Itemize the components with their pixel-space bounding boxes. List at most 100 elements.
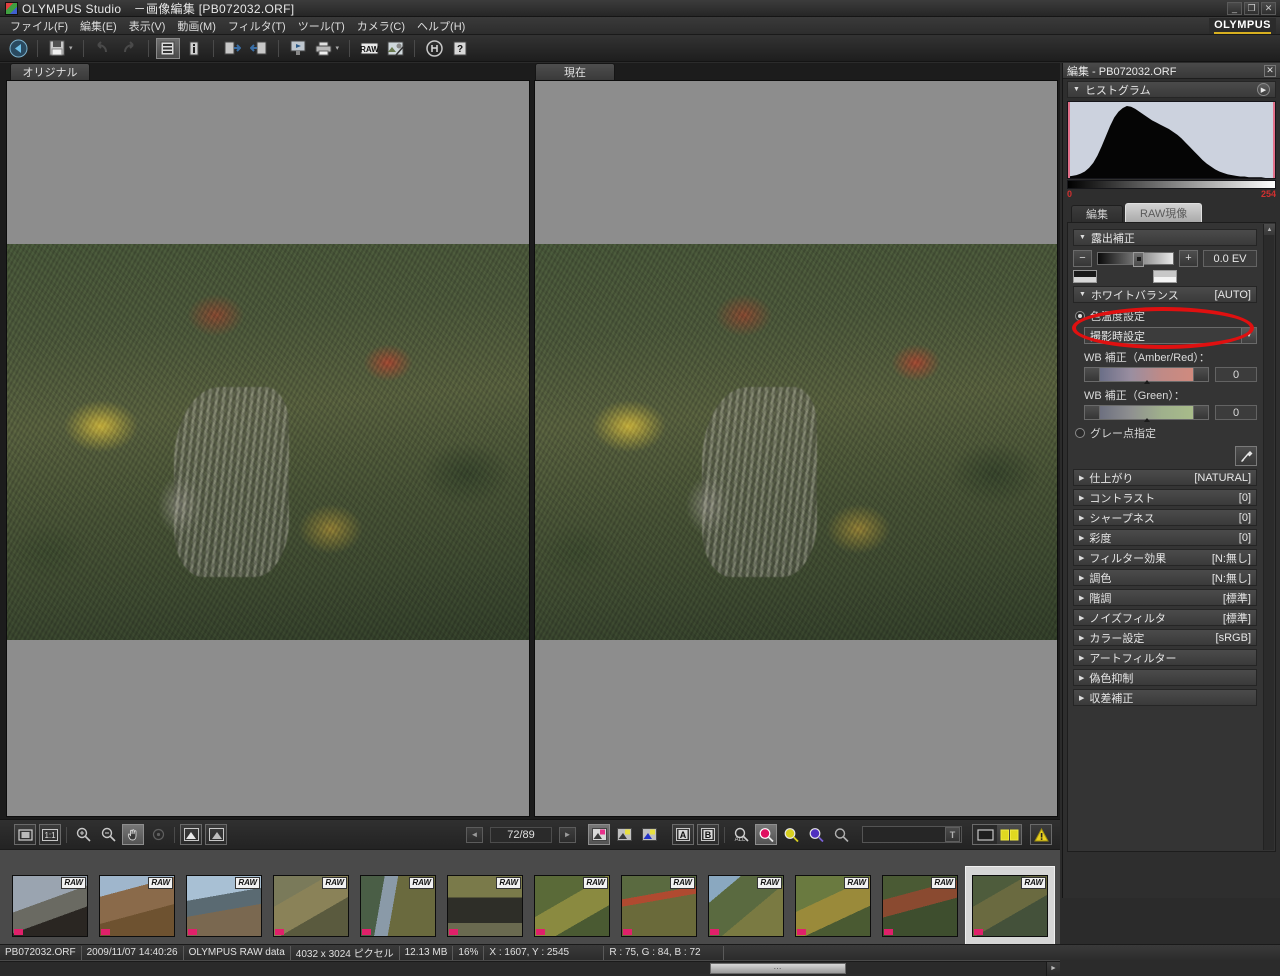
fit-window-icon[interactable] (14, 824, 36, 845)
tools-icon[interactable] (422, 38, 446, 59)
wb-preset-dropdown[interactable]: 撮影時設定 ▼ (1084, 327, 1257, 344)
exposure-value[interactable]: 0.0 EV (1203, 250, 1257, 267)
comment-input[interactable]: T (862, 826, 962, 843)
exposure-header[interactable]: ▼ 露出補正 (1073, 229, 1257, 246)
settings-scrollbar[interactable]: ▲ (1263, 224, 1275, 850)
list-item[interactable]: RAW (617, 869, 701, 943)
edit-image-icon[interactable] (383, 38, 407, 59)
page-counter[interactable]: 72/89 (490, 826, 552, 843)
color-space-header[interactable]: ▶ カラー設定 [sRGB] (1073, 629, 1257, 646)
info-icon[interactable] (182, 38, 206, 59)
export-right-icon[interactable] (221, 38, 245, 59)
print-icon[interactable] (312, 38, 336, 59)
blue-warning-icon[interactable] (638, 824, 660, 845)
finish-header[interactable]: ▶ 仕上がり [NATURAL] (1073, 469, 1257, 486)
wb-amber-red-value[interactable]: 0 (1215, 367, 1257, 382)
help-icon[interactable]: ? (448, 38, 472, 59)
color-temp-radio-row[interactable]: 色温度設定 (1075, 308, 1257, 324)
saturation-header[interactable]: ▶ 彩度 [0] (1073, 529, 1257, 546)
import-left-icon[interactable] (247, 38, 271, 59)
exposure-slider-handle[interactable] (1132, 252, 1144, 267)
list-item[interactable]: RAW (95, 869, 179, 943)
wb-green-slider[interactable] (1084, 405, 1209, 422)
compare-right-icon[interactable] (205, 824, 227, 845)
scroll-right-button[interactable]: ► (1046, 961, 1060, 976)
filter-effect-header[interactable]: ▶ フィルター効果 [N:無し] (1073, 549, 1257, 566)
gradation-header[interactable]: ▶ 階調 [標準] (1073, 589, 1257, 606)
prev-image-button[interactable]: ◄ (466, 826, 483, 843)
gray-point-radio-row[interactable]: グレー点指定 (1075, 425, 1257, 441)
play-icon[interactable]: ▶ (1257, 83, 1270, 96)
dual-view-button[interactable] (997, 825, 1021, 844)
wb-green-increase-icon[interactable] (1193, 406, 1208, 419)
shadow-warning-icon[interactable] (613, 824, 635, 845)
next-image-button[interactable]: ► (559, 826, 576, 843)
list-item[interactable]: RAW (443, 869, 527, 943)
channel-b-icon[interactable]: B (697, 824, 719, 845)
toning-header[interactable]: ▶ 調色 [N:無し] (1073, 569, 1257, 586)
scrollbar-thumb[interactable]: ⋯ (710, 962, 846, 974)
wb-amber-increase-icon[interactable] (1193, 368, 1208, 381)
tab-edit[interactable]: 編集 (1071, 205, 1123, 222)
slideshow-icon[interactable] (286, 38, 310, 59)
wb-amber-slider-handle[interactable] (1144, 380, 1151, 384)
menu-help[interactable]: ヘルプ(H) (411, 16, 471, 36)
restore-button[interactable]: ❐ (1244, 1, 1259, 15)
tab-current[interactable]: 現在 (535, 63, 615, 80)
back-icon[interactable] (6, 38, 30, 59)
exposure-light-preset-icon[interactable] (1153, 270, 1177, 283)
save-dropdown-icon[interactable]: ▾ (69, 44, 73, 52)
menu-tools[interactable]: ツール(T) (292, 16, 351, 36)
gray-point-radio[interactable] (1075, 428, 1085, 438)
menu-view[interactable]: 表示(V) (123, 16, 172, 36)
list-view-icon[interactable] (155, 37, 180, 59)
target-icon[interactable] (147, 824, 169, 845)
close-icon[interactable]: ✕ (1264, 64, 1276, 77)
zoom-yellow-icon[interactable] (780, 824, 802, 845)
menu-file[interactable]: ファイル(F) (4, 16, 74, 36)
compare-left-icon[interactable] (180, 824, 202, 845)
aberration-header[interactable]: ▶ 収差補正 (1073, 689, 1257, 706)
scrollbar-track[interactable]: ⋯ (0, 962, 1046, 976)
wb-green-slider-handle[interactable] (1144, 418, 1151, 422)
chevron-down-icon[interactable]: ▼ (1241, 328, 1256, 343)
zoom-blue-icon[interactable] (805, 824, 827, 845)
print-dropdown-icon[interactable]: ▾ (336, 44, 340, 52)
eyedropper-icon[interactable] (1235, 446, 1257, 466)
menu-movie[interactable]: 動画(M) (171, 16, 222, 36)
raw-icon[interactable]: RAW (357, 38, 381, 59)
zoom-gray-icon[interactable] (830, 824, 852, 845)
false-color-header[interactable]: ▶ 偽色抑制 (1073, 669, 1257, 686)
wb-green-decrease-icon[interactable] (1085, 406, 1100, 419)
zoom-red-icon[interactable] (755, 824, 777, 845)
alert-icon[interactable] (1030, 824, 1052, 845)
list-item[interactable]: RAW (182, 869, 266, 943)
filmstrip-scrollbar[interactable]: ⋯ ► (0, 961, 1060, 976)
exposure-decrease-button[interactable]: − (1073, 250, 1092, 267)
menu-edit[interactable]: 編集(E) (74, 16, 123, 36)
menu-filter[interactable]: フィルタ(T) (222, 16, 292, 36)
wb-amber-red-slider[interactable] (1084, 367, 1209, 384)
wb-amber-decrease-icon[interactable] (1085, 368, 1100, 381)
list-item[interactable]: RAW (878, 869, 962, 943)
sharpness-header[interactable]: ▶ シャープネス [0] (1073, 509, 1257, 526)
close-button[interactable]: ✕ (1261, 1, 1276, 15)
redo-icon[interactable] (117, 38, 141, 59)
list-item[interactable]: RAW (791, 869, 875, 943)
color-temp-radio[interactable] (1075, 311, 1085, 321)
hand-tool-icon[interactable] (122, 824, 144, 845)
list-item[interactable]: RAW (356, 869, 440, 943)
list-item[interactable]: RAW (530, 869, 614, 943)
zoom-all-icon[interactable]: ALL (730, 824, 752, 845)
exposure-dark-preset-icon[interactable] (1073, 270, 1097, 283)
histogram-section-header[interactable]: ▼ ヒストグラム ▶ (1067, 81, 1276, 98)
single-view-button[interactable] (973, 825, 997, 844)
wb-green-value[interactable]: 0 (1215, 405, 1257, 420)
list-item[interactable]: RAW (8, 869, 92, 943)
text-tool-icon[interactable]: T (945, 827, 960, 842)
minimize-button[interactable]: _ (1227, 1, 1242, 15)
undo-icon[interactable] (91, 38, 115, 59)
save-icon[interactable] (45, 38, 69, 59)
channel-a-icon[interactable]: A (672, 824, 694, 845)
contrast-header[interactable]: ▶ コントラスト [0] (1073, 489, 1257, 506)
